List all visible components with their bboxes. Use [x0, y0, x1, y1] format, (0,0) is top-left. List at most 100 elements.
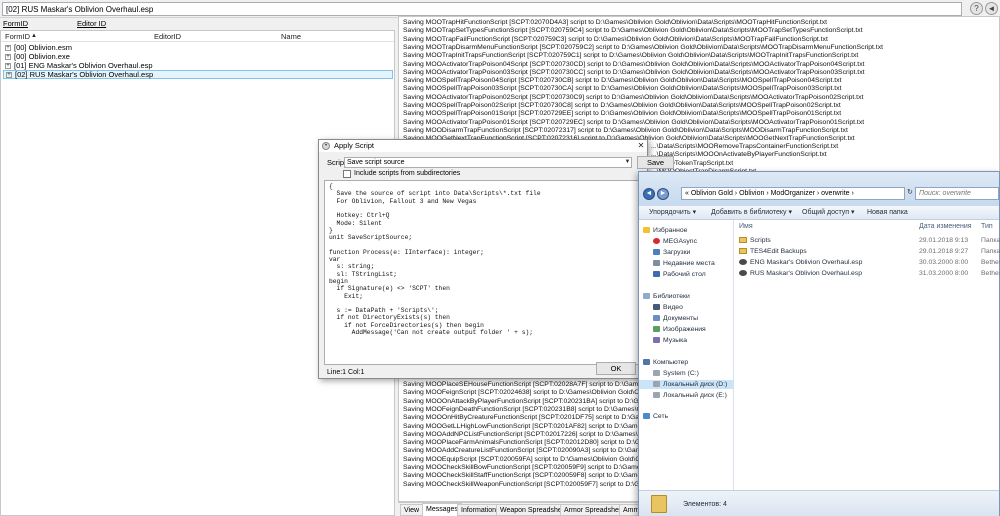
left-tabs: FormID Editor ID — [0, 18, 395, 30]
help-icon[interactable]: ? — [970, 2, 983, 15]
nav-item-selected[interactable]: Локальный диск (D:) — [639, 380, 733, 389]
save-button[interactable]: Save — [637, 156, 674, 169]
nav-favorites[interactable]: Избранное — [643, 226, 687, 235]
recent-places-icon — [653, 260, 660, 267]
expand-icon[interactable]: + — [6, 72, 12, 79]
message-line: Saving MOOTrapInitTrapsFunctionScript [S… — [403, 52, 859, 60]
computer-icon — [643, 359, 650, 366]
add-to-library-button[interactable]: Добавить в библиотеку ▾ — [711, 206, 792, 220]
tab-messages[interactable]: Messages — [422, 503, 462, 516]
documents-icon — [653, 315, 660, 322]
code-line: Exit; — [329, 292, 364, 300]
refresh-icon[interactable]: ↻ — [907, 188, 913, 196]
column-name[interactable]: Name — [281, 31, 301, 42]
chevron-down-icon[interactable]: ▼ — [623, 158, 632, 167]
file-type: Папка — [981, 248, 1000, 255]
code-line: Mode: Silent — [329, 219, 382, 227]
forward-arrow-icon[interactable]: ► — [657, 188, 669, 200]
back-arrow-icon[interactable]: ◄ — [643, 188, 655, 200]
nav-item[interactable]: Документы — [653, 314, 698, 323]
script-icon: • — [322, 142, 330, 150]
close-icon[interactable]: ✕ — [636, 140, 646, 152]
nav-network[interactable]: Сеть — [643, 412, 668, 421]
esp-file-icon — [739, 270, 747, 277]
explorer-window: ◄ ► « Oblivion Gold › Oblivion › ModOrga… — [638, 171, 1000, 516]
tab-editor-id[interactable]: Editor ID — [74, 18, 109, 30]
message-line: Saving MOOSpellTrapPoison03Script [SCPT:… — [403, 85, 842, 93]
tab-information[interactable]: Information — [457, 504, 501, 516]
nav-item[interactable]: Музыка — [653, 336, 687, 345]
file-name: Scripts — [750, 237, 771, 244]
column-name[interactable]: Имя — [739, 222, 753, 232]
code-line: unit SaveScriptSource; — [329, 234, 413, 242]
message-line: Saving MOOSpellTrapPoison02Script [SCPT:… — [403, 102, 841, 109]
back-icon[interactable]: ◄ — [985, 2, 998, 15]
script-editor[interactable]: { Save the source of script into Data\Sc… — [324, 180, 643, 365]
file-name: RUS Maskar's Oblivion Overhaul.esp — [750, 270, 862, 277]
ok-button[interactable]: OK — [596, 362, 636, 375]
code-line: For Oblivion, Fallout 3 and New Vegas — [329, 197, 477, 205]
esp-file-icon — [739, 259, 747, 266]
folder-icon — [739, 237, 747, 244]
folder-icon — [651, 495, 667, 513]
file-name: TES4Edit Backups — [750, 248, 807, 255]
code-line: { — [329, 183, 333, 190]
nav-item[interactable]: MEGAsync — [653, 237, 697, 246]
network-icon — [643, 413, 650, 420]
nav-item[interactable]: Недавние места — [653, 259, 715, 268]
include-subdirectories-checkbox[interactable] — [343, 170, 351, 178]
tree-row[interactable]: + [01] ENG Maskar's Oblivion Overhaul.esp — [3, 61, 393, 70]
nav-item[interactable]: Рабочий стол — [653, 270, 706, 279]
pictures-icon — [653, 326, 660, 333]
nav-item[interactable]: System (C:) — [653, 369, 699, 378]
expand-icon[interactable]: + — [5, 63, 11, 70]
column-date[interactable]: Дата изменения — [919, 222, 972, 232]
script-select[interactable]: Save script source ▼ — [344, 157, 632, 168]
file-name: ENG Maskar's Oblivion Overhaul.esp — [750, 259, 863, 266]
drive-icon — [653, 392, 660, 399]
column-formid[interactable]: FormID — [5, 31, 30, 42]
plugin-title-field[interactable]: [02] RUS Maskar's Oblivion Overhaul.esp — [2, 2, 962, 16]
file-date: 29.01.2018 9:27 — [919, 248, 969, 255]
code-line: s := DataPath + 'Scripts\'; — [329, 307, 439, 315]
message-line: Saving MOOSpellTrapPoison01Script [SCPT:… — [403, 110, 842, 118]
apply-script-dialog: Apply Script • ✕ Script Save script sour… — [318, 139, 674, 379]
nav-item[interactable]: Загрузки — [653, 248, 690, 257]
organize-button[interactable]: Упорядочить ▾ — [649, 206, 696, 220]
tree-row-selected[interactable]: + [02] RUS Maskar's Oblivion Overhaul.esp — [3, 70, 393, 79]
nav-item[interactable]: Видео — [653, 303, 683, 312]
column-type[interactable]: Тип — [981, 222, 993, 232]
include-subdirectories-label: Include scripts from subdirectories — [354, 170, 461, 177]
mega-icon — [653, 238, 660, 245]
nav-libraries[interactable]: Библиотеки — [643, 292, 690, 301]
expand-icon[interactable]: + — [5, 54, 11, 61]
share-button[interactable]: Общий доступ ▾ — [802, 206, 855, 220]
expand-icon[interactable]: + — [5, 45, 11, 52]
tab-formid[interactable]: FormID — [0, 18, 31, 30]
file-type: Папка — [981, 237, 1000, 244]
file-row[interactable]: Scripts 29.01.2018 9:13 Папка — [737, 236, 1000, 246]
code-line: function Process(e: IInterface): integer… — [329, 248, 484, 256]
new-folder-button[interactable]: Новая папка — [867, 206, 908, 220]
folder-icon — [739, 248, 747, 255]
tree-row[interactable]: + [00] Oblivion.esm — [3, 43, 393, 52]
code-line: s: string; — [329, 263, 375, 271]
address-bar[interactable]: « Oblivion Gold › Oblivion › ModOrganize… — [681, 187, 905, 200]
search-input[interactable]: Поиск: overwrite — [915, 187, 999, 200]
navigation-pane: Избранное MEGAsync Загрузки Недавние мес… — [639, 220, 734, 490]
tab-view[interactable]: View — [400, 504, 424, 516]
video-icon — [653, 304, 660, 311]
message-line: Saving MOOActivatorTrapPoison02Script [S… — [403, 93, 864, 101]
nav-computer[interactable]: Компьютер — [643, 358, 688, 367]
tree-row[interactable]: + [00] Oblivion.exe — [3, 52, 393, 61]
file-row[interactable]: ENG Maskar's Oblivion Overhaul.esp 30.03.… — [737, 258, 1000, 268]
column-editorid[interactable]: EditorID — [154, 31, 181, 42]
file-row[interactable]: RUS Maskar's Oblivion Overhaul.esp 31.03.… — [737, 269, 1000, 279]
code-line: if not ForceDirectories(s) then begin — [329, 321, 484, 329]
dialog-title: Apply Script — [319, 140, 647, 152]
file-date: 31.03.2000 8:00 — [919, 270, 969, 277]
nav-item[interactable]: Изображения — [653, 325, 706, 334]
nav-item[interactable]: Локальный диск (E:) — [653, 391, 727, 400]
file-date: 30.03.2000 8:00 — [919, 259, 969, 266]
file-row[interactable]: TES4Edit Backups 29.01.2018 9:27 Папка — [737, 247, 1000, 257]
